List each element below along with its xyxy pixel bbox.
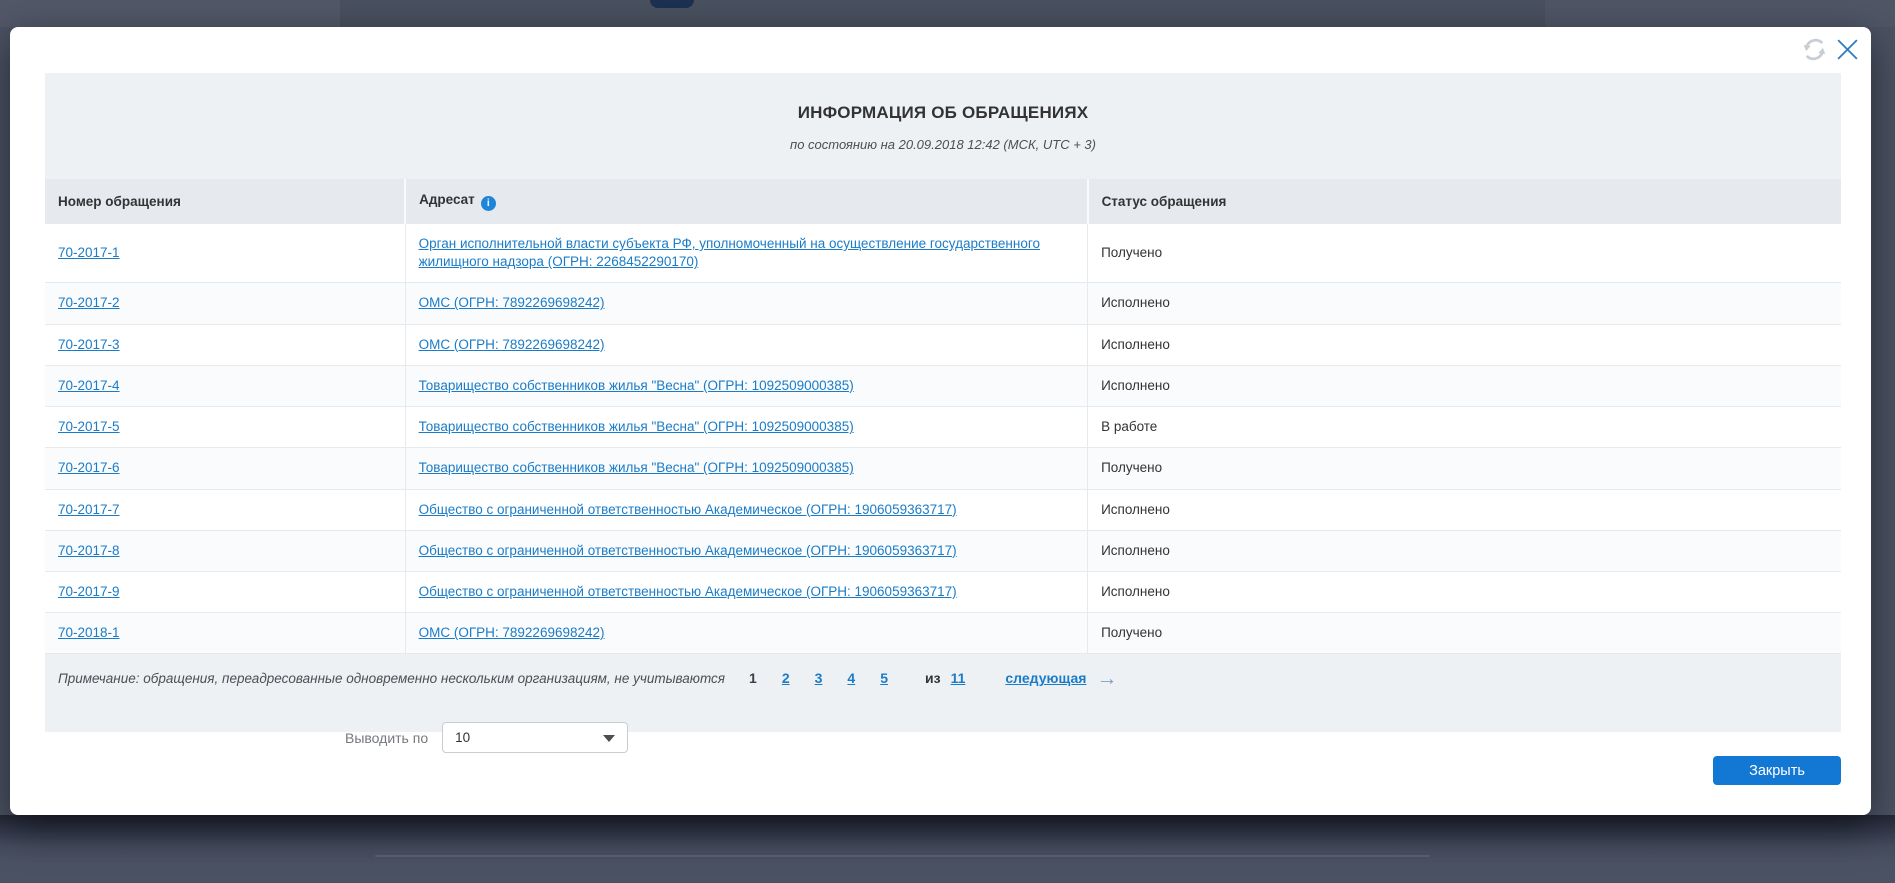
page-title: ИНФОРМАЦИЯ ОБ ОБРАЩЕНИЯХ [45, 73, 1841, 123]
appeals-table: Номер обращения Адресатi Статус обращени… [45, 179, 1841, 654]
refresh-icon[interactable] [1799, 34, 1829, 64]
pagination-page-5-link[interactable]: 5 [880, 670, 888, 686]
status-cell: Исполнено [1088, 324, 1841, 365]
info-icon[interactable]: i [481, 196, 496, 211]
pagination-current-page: 1 [749, 670, 757, 686]
table-row: 70-2017-3 ОМС (ОГРН: 7892269698242) Испо… [45, 324, 1841, 365]
pagination-next-link[interactable]: следующая [1005, 670, 1086, 686]
addressee-link[interactable]: Товарищество собственников жилья "Весна"… [419, 460, 854, 475]
status-cell: Получено [1088, 613, 1841, 654]
appeal-number-link[interactable]: 70-2017-3 [58, 337, 120, 352]
modal-action-icons [1799, 34, 1862, 64]
status-cell: В работе [1088, 407, 1841, 448]
appeal-number-link[interactable]: 70-2017-7 [58, 502, 120, 517]
column-header-addressee: Адресатi [405, 179, 1087, 224]
status-cell: Исполнено [1088, 283, 1841, 324]
status-cell: Исполнено [1088, 571, 1841, 612]
close-button[interactable]: Закрыть [1713, 756, 1841, 785]
appeal-number-link[interactable]: 70-2017-2 [58, 295, 120, 310]
dimmed-page-background-bottom [0, 815, 1895, 883]
status-cell: Исполнено [1088, 365, 1841, 406]
addressee-link[interactable]: Орган исполнительной власти субъекта РФ,… [419, 236, 1040, 269]
status-cell: Получено [1088, 224, 1841, 283]
appeal-number-link[interactable]: 70-2017-8 [58, 543, 120, 558]
page-size-row: Выводить по 10 [345, 722, 1841, 753]
modal-content-panel: ИНФОРМАЦИЯ ОБ ОБРАЩЕНИЯХ по состоянию на… [45, 73, 1841, 732]
dimmed-page-divider [375, 855, 1430, 857]
table-row: 70-2017-2 ОМС (ОГРН: 7892269698242) Испо… [45, 283, 1841, 324]
column-header-number: Номер обращения [45, 179, 405, 224]
table-row: 70-2017-6 Товарищество собственников жил… [45, 448, 1841, 489]
appeal-number-link[interactable]: 70-2017-6 [58, 460, 120, 475]
pagination-page-4-link[interactable]: 4 [847, 670, 855, 686]
addressee-link[interactable]: Товарищество собственников жилья "Весна"… [419, 378, 854, 393]
table-row: 70-2017-4 Товарищество собственников жил… [45, 365, 1841, 406]
pagination-page-3-link[interactable]: 3 [815, 670, 823, 686]
status-cell: Исполнено [1088, 489, 1841, 530]
dimmed-page-background-right [1545, 0, 1895, 27]
page-size-label: Выводить по [345, 730, 428, 746]
table-row: 70-2017-1 Орган исполнительной власти су… [45, 224, 1841, 283]
addressee-link[interactable]: ОМС (ОГРН: 7892269698242) [419, 295, 605, 310]
dimmed-page-logo-fragment [650, 0, 694, 8]
column-header-status: Статус обращения [1088, 179, 1841, 224]
page-size-select[interactable]: 10 [442, 722, 628, 753]
table-note: Примечание: обращения, переадресованные … [58, 671, 725, 686]
appeal-number-link[interactable]: 70-2018-1 [58, 625, 120, 640]
table-row: 70-2017-5 Товарищество собственников жил… [45, 407, 1841, 448]
as-of-timestamp: по состоянию на 20.09.2018 12:42 (МСК, U… [45, 137, 1841, 152]
note-and-pagination-row: Примечание: обращения, переадресованные … [45, 654, 1841, 702]
appeal-number-link[interactable]: 70-2017-9 [58, 584, 120, 599]
addressee-link[interactable]: ОМС (ОГРН: 7892269698242) [419, 625, 605, 640]
dimmed-page-background-left [0, 0, 340, 27]
appeal-number-link[interactable]: 70-2017-1 [58, 245, 120, 260]
addressee-link[interactable]: Общество с ограниченной ответственностью… [419, 584, 957, 599]
status-cell: Исполнено [1088, 530, 1841, 571]
appeal-number-link[interactable]: 70-2017-4 [58, 378, 120, 393]
pagination-of-label: из [925, 670, 941, 686]
appeals-info-modal: ИНФОРМАЦИЯ ОБ ОБРАЩЕНИЯХ по состоянию на… [10, 27, 1871, 815]
status-cell: Получено [1088, 448, 1841, 489]
table-row: 70-2017-9 Общество с ограниченной ответс… [45, 571, 1841, 612]
pagination: 1 2 3 4 5 из 11 следующая → [749, 668, 1117, 689]
appeal-number-link[interactable]: 70-2017-5 [58, 419, 120, 434]
arrow-right-icon[interactable]: → [1096, 668, 1117, 689]
pagination-page-2-link[interactable]: 2 [782, 670, 790, 686]
table-row: 70-2017-7 Общество с ограниченной ответс… [45, 489, 1841, 530]
dimmed-page-background-middle [340, 0, 1545, 27]
pagination-last-page-link[interactable]: 11 [951, 670, 966, 686]
addressee-link[interactable]: Товарищество собственников жилья "Весна"… [419, 419, 854, 434]
table-row: 70-2018-1 ОМС (ОГРН: 7892269698242) Полу… [45, 613, 1841, 654]
chevron-down-icon [603, 735, 615, 742]
close-icon[interactable] [1832, 34, 1862, 64]
page-size-value: 10 [455, 730, 470, 745]
addressee-link[interactable]: Общество с ограниченной ответственностью… [419, 543, 957, 558]
table-header-row: Номер обращения Адресатi Статус обращени… [45, 179, 1841, 224]
table-row: 70-2017-8 Общество с ограниченной ответс… [45, 530, 1841, 571]
addressee-link[interactable]: ОМС (ОГРН: 7892269698242) [419, 337, 605, 352]
addressee-link[interactable]: Общество с ограниченной ответственностью… [419, 502, 957, 517]
